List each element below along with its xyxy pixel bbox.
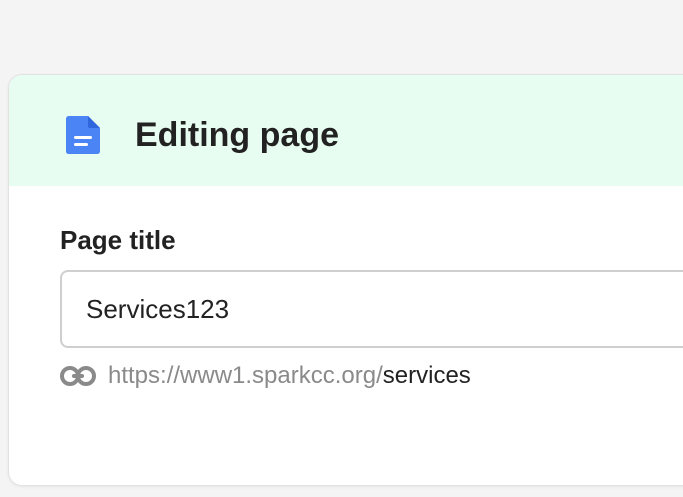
link-icon — [60, 358, 96, 394]
page-title: Editing page — [135, 116, 339, 154]
document-icon — [66, 116, 100, 154]
url-slug-text: services — [382, 362, 471, 389]
url-base-text: https://www1.sparkcc.org/ — [108, 362, 383, 389]
page-title-label: Page title — [60, 225, 176, 255]
card-header: Editing page — [9, 75, 683, 186]
page-url: https://www1.sparkcc.org/services — [60, 358, 471, 394]
editing-page-card: Editing page Page title https://www1.spa… — [8, 74, 683, 486]
page-title-input[interactable] — [60, 270, 683, 348]
